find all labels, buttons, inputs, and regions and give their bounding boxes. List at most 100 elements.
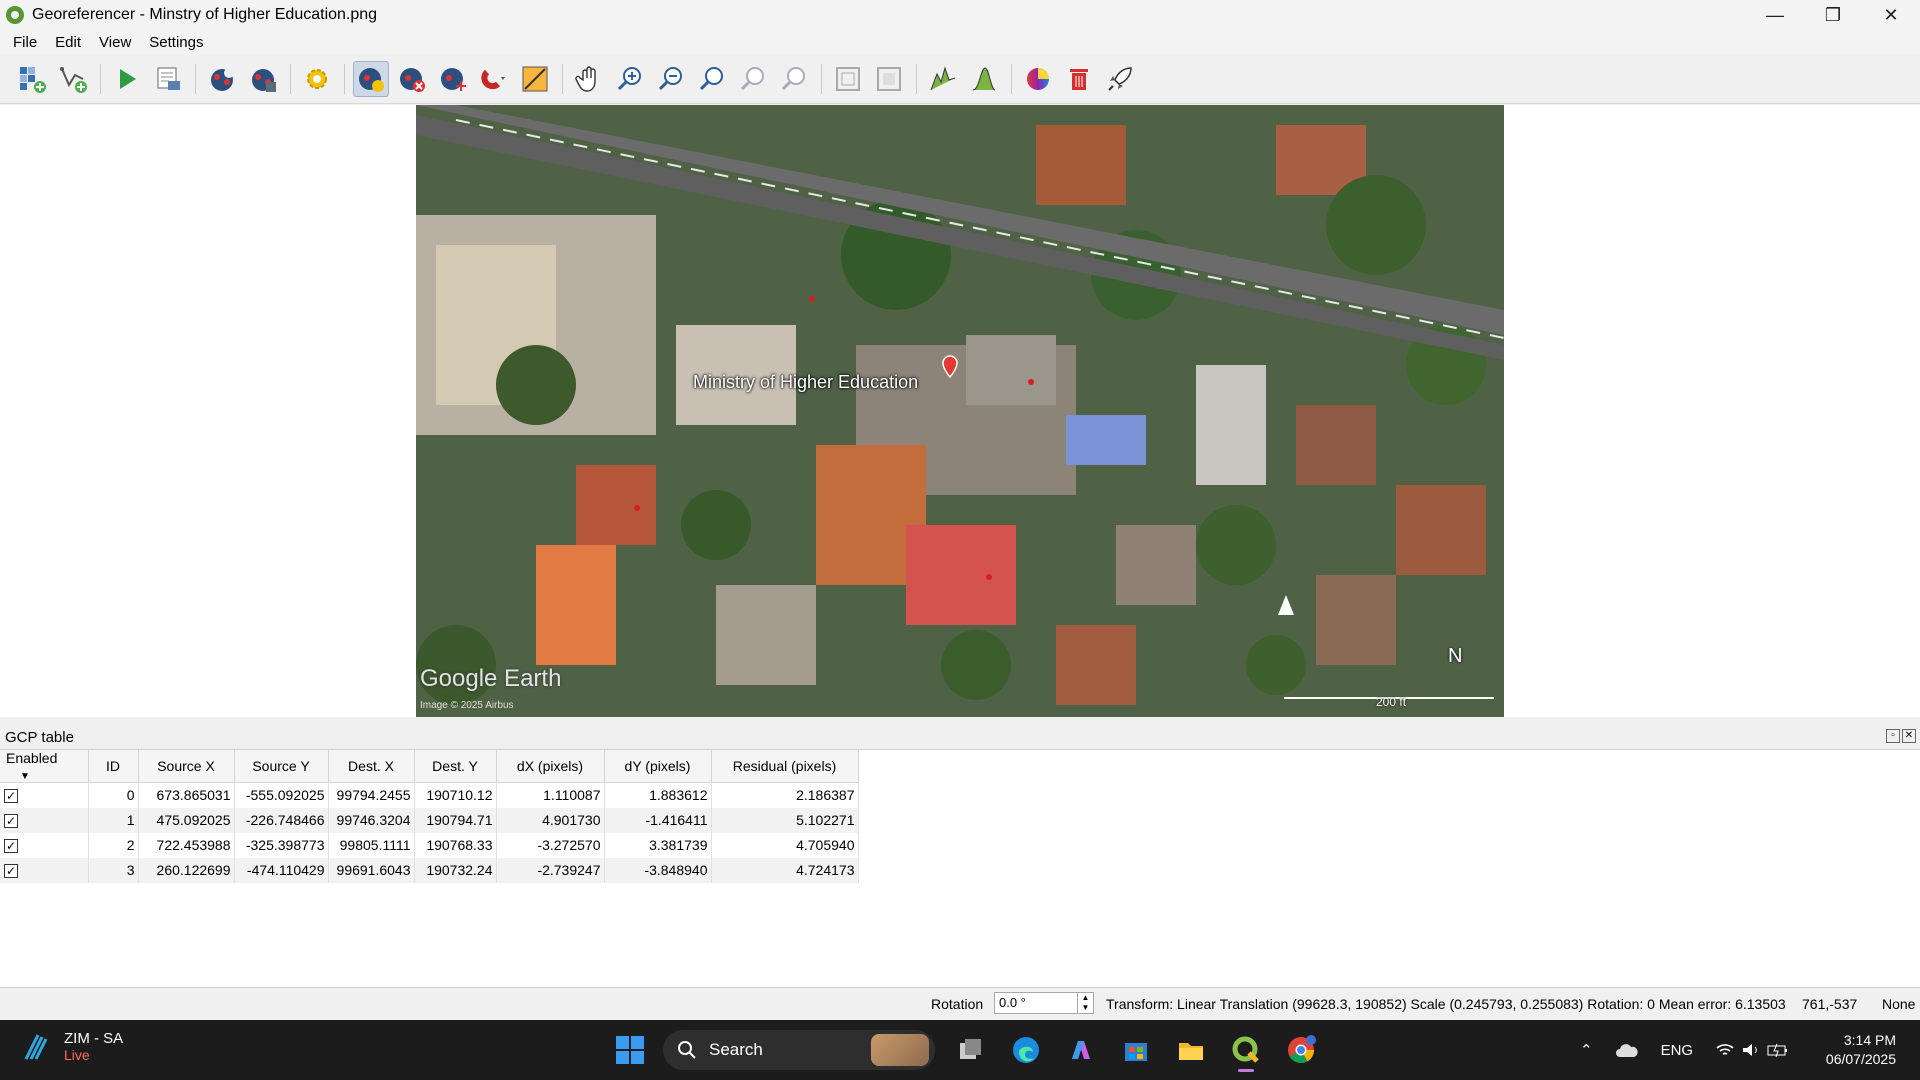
enabled-checkbox[interactable]: ✓ xyxy=(4,789,18,804)
enabled-checkbox[interactable]: ✓ xyxy=(4,839,18,853)
menu-file[interactable]: File xyxy=(4,34,46,51)
cell-dest-y[interactable]: 190768.33 xyxy=(414,832,497,858)
color-button[interactable] xyxy=(1020,61,1056,97)
delete-point-button[interactable] xyxy=(394,61,430,97)
load-gcp-points-button[interactable] xyxy=(204,61,240,97)
georeferencer-canvas[interactable]: Ministry of Higher Education Google Eart… xyxy=(0,105,1920,717)
taskbar-search[interactable]: Search xyxy=(663,1030,935,1070)
spin-arrows-icon[interactable]: ▲ ▼ xyxy=(1077,993,1093,1013)
col-source-y[interactable]: Source Y xyxy=(234,750,329,783)
store-button[interactable] xyxy=(1114,1028,1158,1072)
show-hidden-icons-button[interactable]: ⌃ xyxy=(1580,1041,1593,1059)
link-georeferencer-to-qgis-button[interactable] xyxy=(830,61,866,97)
language-indicator[interactable]: ENG xyxy=(1661,1042,1694,1059)
add-point-button[interactable] xyxy=(353,60,389,97)
scale-bar-label: 200 ft xyxy=(1376,695,1407,709)
cell-dest-y[interactable]: 190794.71 xyxy=(414,807,497,833)
enabled-checkbox[interactable]: ✓ xyxy=(4,814,18,828)
menu-view[interactable]: View xyxy=(90,34,140,51)
cell-source-x[interactable]: 260.122699 xyxy=(138,857,235,883)
snap-button[interactable] xyxy=(476,61,512,97)
table-row[interactable]: ✓ 1 475.092025 -226.748466 99746.3204 19… xyxy=(0,807,859,833)
system-tray: ⌃ ENG xyxy=(1580,1020,1811,1080)
zoom-in-button[interactable] xyxy=(612,61,648,97)
col-dest-x[interactable]: Dest. X xyxy=(328,750,415,783)
cell-residual: 5.102271 xyxy=(711,807,859,833)
copilot-button[interactable] xyxy=(1059,1028,1103,1072)
rotation-spinbox[interactable]: 0.0 ° ▲ ▼ xyxy=(994,992,1094,1014)
volume-icon[interactable] xyxy=(1741,1042,1761,1058)
zoom-next-button[interactable] xyxy=(776,61,812,97)
cell-source-y[interactable]: -226.748466 xyxy=(234,807,329,833)
float-panel-button[interactable]: ▫ xyxy=(1886,729,1900,743)
chrome-button[interactable] xyxy=(1279,1028,1323,1072)
crs-label[interactable]: None xyxy=(1882,996,1915,1012)
menu-edit[interactable]: Edit xyxy=(46,34,90,51)
zoom-last-button[interactable] xyxy=(735,61,771,97)
local-histogram-stretch-button[interactable] xyxy=(925,61,961,97)
col-enabled[interactable]: Enabled ▼ xyxy=(0,750,89,783)
table-row[interactable]: ✓ 3 260.122699 -474.110429 99691.6043 19… xyxy=(0,857,859,883)
cell-source-x[interactable]: 475.092025 xyxy=(138,807,235,833)
load-gcp-points-icon xyxy=(211,67,234,91)
north-arrow-label: N xyxy=(1448,645,1463,667)
pan-button[interactable] xyxy=(571,61,607,97)
raster-image[interactable]: Ministry of Higher Education Google Eart… xyxy=(416,105,1504,717)
minimize-button[interactable]: — xyxy=(1746,0,1804,30)
transformation-settings-button[interactable] xyxy=(299,61,335,97)
table-row[interactable]: ✓ 2 722.453988 -325.398773 99805.1111 19… xyxy=(0,832,859,858)
col-dy[interactable]: dY (pixels) xyxy=(604,750,712,783)
col-source-x[interactable]: Source X xyxy=(138,750,235,783)
full-stretch-button[interactable] xyxy=(966,61,1002,97)
col-id[interactable]: ID xyxy=(88,750,139,783)
cell-source-y[interactable]: -555.092025 xyxy=(234,782,329,808)
move-gcp-point-button[interactable] xyxy=(435,61,471,97)
col-residual[interactable]: Residual (pixels) xyxy=(711,750,859,783)
battery-icon[interactable] xyxy=(1767,1042,1789,1058)
histogram-stretch-icon xyxy=(522,66,548,91)
clock-date: 06/07/2025 xyxy=(1825,1051,1896,1067)
generate-gdal-script-button[interactable] xyxy=(150,61,186,97)
zoom-to-layer-button[interactable] xyxy=(694,61,730,97)
menu-settings[interactable]: Settings xyxy=(140,34,212,51)
cell-source-y[interactable]: -325.398773 xyxy=(234,832,329,858)
cell-dest-x[interactable]: 99794.2455 xyxy=(328,782,415,808)
taskbar-clock[interactable]: 3:14 PM 06/07/2025 xyxy=(1826,1031,1896,1069)
cell-dest-y[interactable]: 190732.24 xyxy=(414,857,497,883)
file-explorer-button[interactable] xyxy=(1169,1028,1213,1072)
cell-source-y[interactable]: -474.110429 xyxy=(234,857,329,883)
full-histogram-stretch-button[interactable] xyxy=(517,61,553,97)
rocket-button[interactable] xyxy=(1102,61,1138,97)
edge-button[interactable] xyxy=(1004,1028,1048,1072)
open-raster-button[interactable] xyxy=(14,61,50,97)
start-button[interactable] xyxy=(608,1028,652,1072)
table-row[interactable]: ✓ 0 673.865031 -555.092025 99794.2455 19… xyxy=(0,782,859,808)
trash-icon xyxy=(1070,68,1088,90)
link-qgis-to-georeferencer-button[interactable] xyxy=(871,61,907,97)
gcp-table[interactable]: Enabled ▼ ID Source X Source Y Dest. X D… xyxy=(0,749,1920,988)
cell-dest-x[interactable]: 99691.6043 xyxy=(328,857,415,883)
close-panel-button[interactable]: ✕ xyxy=(1902,729,1916,743)
zoom-to-layer-icon xyxy=(699,66,723,90)
cell-source-x[interactable]: 673.865031 xyxy=(138,782,235,808)
onedrive-icon[interactable] xyxy=(1615,1042,1639,1058)
zoom-out-button[interactable] xyxy=(653,61,689,97)
wifi-icon[interactable] xyxy=(1715,1042,1735,1058)
start-georeferencing-button[interactable] xyxy=(109,61,145,97)
close-button[interactable]: ✕ xyxy=(1862,0,1920,30)
save-gcp-points-button[interactable] xyxy=(245,61,281,97)
qgis-button[interactable] xyxy=(1224,1028,1268,1072)
col-dest-y[interactable]: Dest. Y xyxy=(414,750,497,783)
enabled-checkbox[interactable]: ✓ xyxy=(4,864,18,878)
delete-all-points-button[interactable] xyxy=(1061,61,1097,97)
task-view-button[interactable] xyxy=(949,1028,993,1072)
cell-dest-y[interactable]: 190710.12 xyxy=(414,782,497,808)
weather-widget[interactable]: ZIM - SA Live xyxy=(20,1030,123,1063)
cell-source-x[interactable]: 722.453988 xyxy=(138,832,235,858)
panel-splitter[interactable] xyxy=(0,717,1920,725)
start-georeferencing-vector-button[interactable] xyxy=(55,61,91,97)
cell-dest-x[interactable]: 99805.1111 xyxy=(328,832,415,858)
cell-dest-x[interactable]: 99746.3204 xyxy=(328,807,415,833)
col-dx[interactable]: dX (pixels) xyxy=(496,750,605,783)
maximize-button[interactable]: ❐ xyxy=(1804,0,1862,30)
